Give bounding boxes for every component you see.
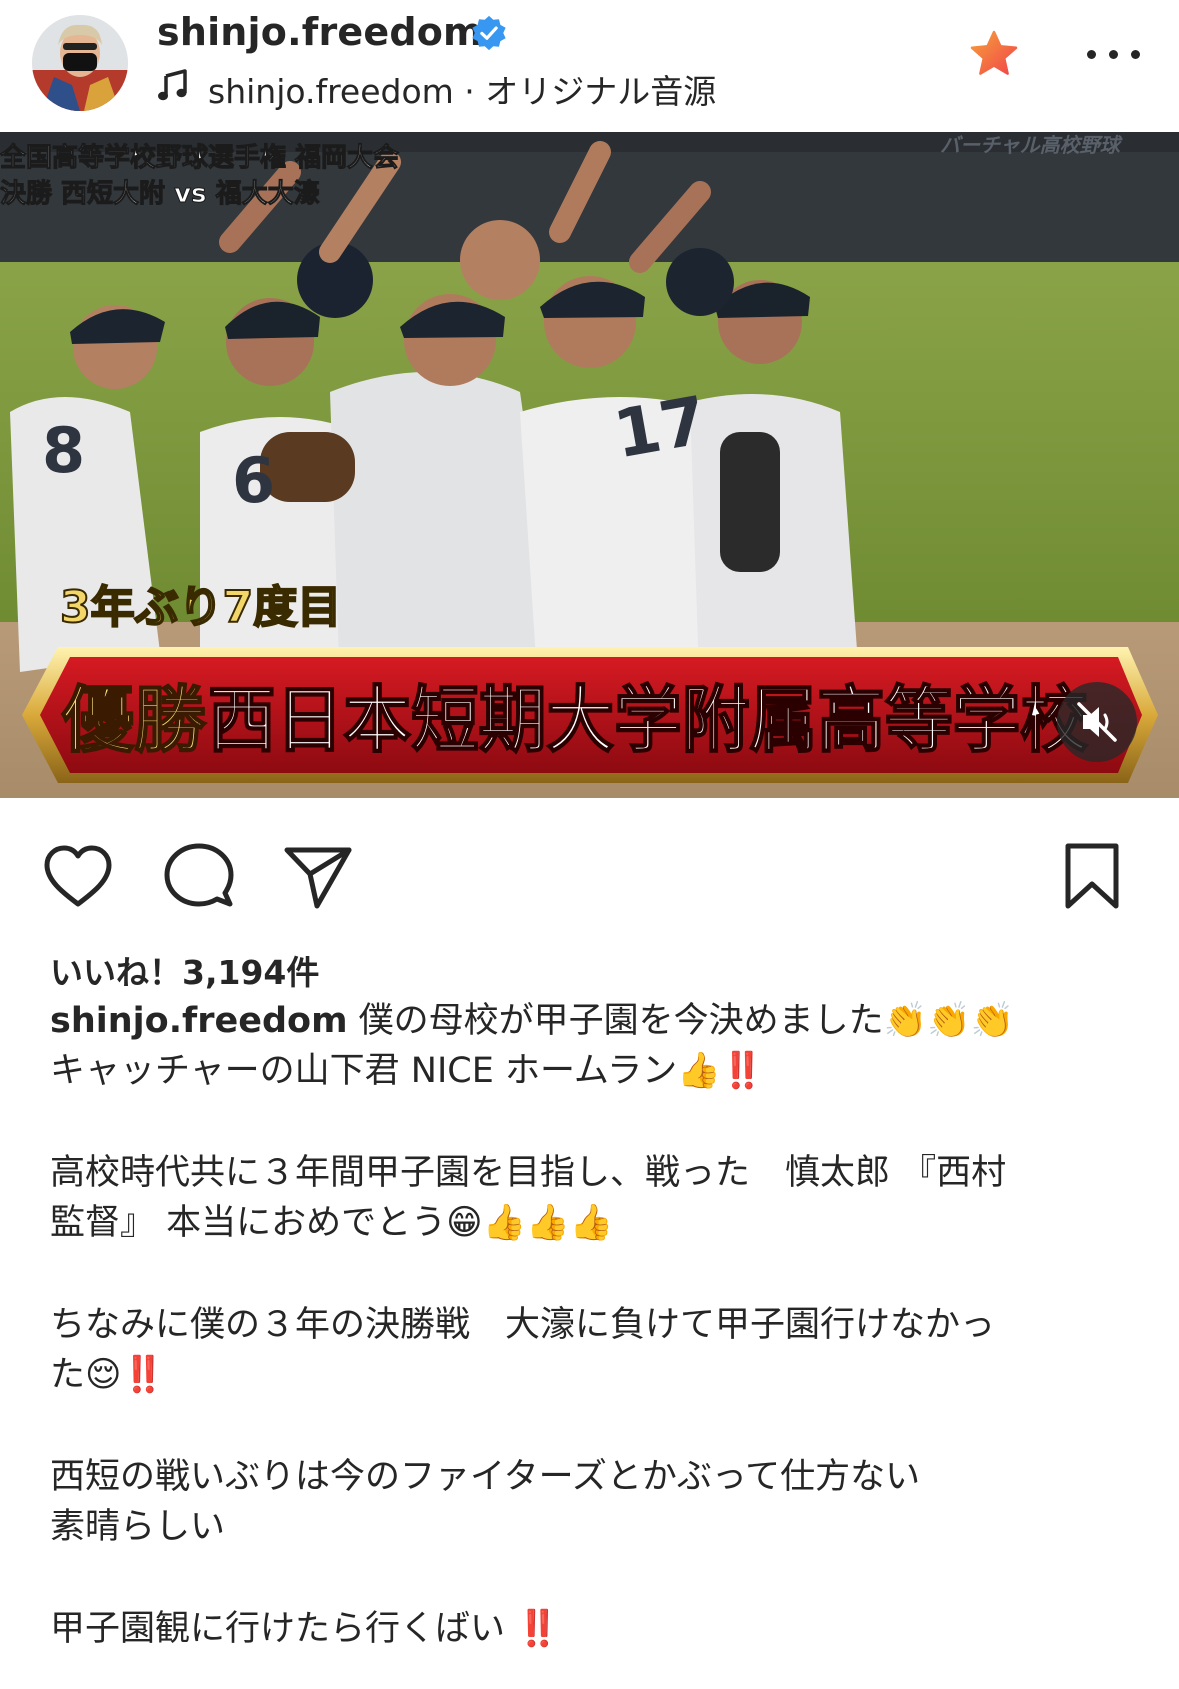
victory-banner: 優勝 西日本短期大学附属高等学校 [22, 647, 1158, 783]
caption-line: shinjo.freedom 僕の母校が甲子園を今決めました👏👏👏 [50, 996, 1140, 1046]
mute-glyph [1077, 702, 1117, 742]
more-options-icon[interactable] [1085, 40, 1145, 68]
post-video[interactable]: 8 6 17 全国高等学校野球選手権 福岡大会 決勝 西短大附 vs 福大大濠 … [0, 132, 1179, 798]
banner-prefix: 優勝 [61, 677, 207, 762]
jersey-number-8: 8 [42, 414, 85, 487]
like-count[interactable]: いいね！3,194件 [50, 946, 319, 994]
caption-text: 僕の母校が甲子園を今決めました👏👏👏 [347, 1001, 1015, 1041]
caption-username[interactable]: shinjo.freedom [50, 1001, 348, 1041]
caption-line: 西短の戦いぶりは今のファイターズとかぶって仕方ない [50, 1457, 921, 1497]
avatar[interactable] [32, 15, 128, 111]
heart-icon[interactable] [42, 844, 114, 910]
post-header: shinjo.freedom shinjo.freedom · オリジナル音源 [0, 0, 1179, 130]
muted-speaker-icon[interactable] [1057, 682, 1137, 762]
caption-line: 高校時代共に３年間甲子園を目指し、戦った 慎太郎 『西村 [50, 1153, 1007, 1193]
caption-line: 監督』 本当におめでとう😁👍👍👍 [50, 1203, 614, 1243]
avatar-image [32, 15, 128, 111]
send-icon[interactable] [283, 844, 353, 910]
music-note-icon [158, 69, 187, 101]
jersey-number-17: 17 [608, 382, 712, 474]
audio-label: shinjo.freedom · オリジナル音源 [208, 72, 717, 111]
jersey-number-6: 6 [232, 444, 275, 517]
caption-line: 素晴らしい [50, 1507, 226, 1547]
verified-badge-icon [472, 15, 506, 51]
banner-school-name: 西日本短期大学附属高等学校 [208, 677, 1088, 762]
caption-line: た😌‼️ [50, 1355, 166, 1395]
video-frame: 8 6 17 全国高等学校野球選手権 福岡大会 決勝 西短大附 vs 福大大濠 … [0, 132, 1179, 798]
post-username[interactable]: shinjo.freedom [157, 10, 483, 54]
post-caption: shinjo.freedom 僕の母校が甲子園を今決めました👏👏👏 キャッチャー… [50, 996, 1140, 1654]
caption-line: 甲子園観に行けたら行くばい ‼️ [50, 1609, 560, 1649]
comment-icon[interactable] [164, 842, 234, 912]
action-bar [0, 830, 1179, 920]
bookmark-icon[interactable] [1062, 842, 1122, 912]
caption-line: ちなみに僕の３年の決勝戦 大濠に負けて甲子園行けなかっ [50, 1305, 996, 1345]
video-subtitle: 3年ぶり7度目 [60, 582, 341, 633]
video-logo-text: バーチャル高校野球 [940, 133, 1123, 157]
video-top-caption-2: 決勝 西短大附 vs 福大大濠 [0, 178, 320, 209]
favorite-star-icon[interactable] [968, 28, 1020, 80]
video-top-caption-1: 全国高等学校野球選手権 福岡大会 [0, 142, 399, 173]
caption-line: キャッチャーの山下君 NICE ホームラン👍‼️ [50, 1051, 765, 1091]
